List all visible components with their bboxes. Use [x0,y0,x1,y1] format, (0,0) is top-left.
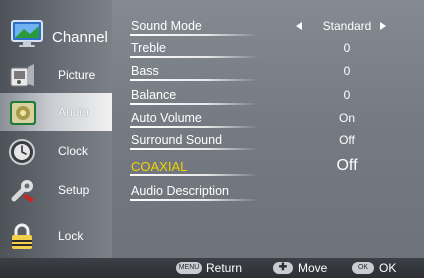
menu-item-value: Off [339,133,355,147]
menu-item-audio-description[interactable]: Audio Description [112,180,424,203]
sidebar-item-audio[interactable]: Audio [0,93,112,131]
menu-item-label: Treble [131,41,166,55]
row-underline [130,56,258,58]
menu-item-surround-sound[interactable]: Surround Sound Off [112,129,424,152]
menu-item-balance[interactable]: Balance 0 [112,84,424,107]
setup-icon [8,177,36,205]
monitor-icon [10,19,46,49]
menu-item-label: COAXIAL [131,159,188,174]
menu-item-auto-volume[interactable]: Auto Volume On [112,107,424,130]
menu-item-label: Audio Description [131,184,229,198]
row-underline [130,126,258,128]
sidebar-item-label: Picture [58,68,96,82]
menu-key-icon: MENU [176,262,202,274]
sidebar-item-label: Setup [58,183,90,197]
clock-icon [8,138,36,166]
menu-item-label: Sound Mode [131,19,202,33]
hint-move[interactable]: ✚ Move [273,258,343,278]
picture-icon [8,62,36,90]
hint-move-label: Move [298,261,328,275]
hint-ok[interactable]: OK OK [352,258,412,278]
menu-item-bass[interactable]: Bass 0 [112,60,424,83]
row-underline [130,199,258,201]
tv-osd-screen: Channel Picture Audio Clock Setup Lock S… [0,0,424,278]
sidebar-item-picture[interactable]: Picture [0,56,112,94]
menu-item-value: 0 [343,64,351,78]
row-underline [130,148,258,150]
menu-item-coaxial[interactable]: COAXIAL Off [112,155,424,178]
row-underline [130,34,258,36]
bottom-hint-bar: MENU Return ✚ Move OK OK [0,258,424,278]
sidebar-item-label: Channel [52,29,108,46]
arrow-right-icon[interactable] [380,22,386,30]
sidebar-item-lock[interactable]: Lock [0,217,112,255]
menu-item-label: Surround Sound [131,133,223,147]
sidebar-item-channel[interactable]: Channel [0,17,112,55]
lock-icon [8,223,36,251]
sidebar-item-label: Lock [58,229,84,243]
sidebar: Channel Picture Audio Clock Setup Lock [0,0,112,258]
hint-ok-label: OK [379,261,397,275]
dpad-icon: ✚ [273,262,293,274]
ok-key-icon: OK [352,262,374,274]
sidebar-item-label: Clock [58,144,89,158]
menu-item-value: 0 [343,41,351,55]
row-underline [130,79,258,81]
menu-item-treble[interactable]: Treble 0 [112,37,424,60]
audio-icon [9,99,37,127]
menu-item-sound-mode[interactable]: Sound Mode Standard [112,15,424,38]
menu-item-value: 0 [343,88,351,102]
menu-item-label: Balance [131,88,177,102]
menu-item-value: Off [336,157,358,174]
sidebar-item-label: Audio [58,105,89,119]
sidebar-item-setup[interactable]: Setup [0,171,112,209]
menu-item-value: On [338,111,355,125]
hint-return-label: Return [206,261,243,275]
sidebar-item-clock[interactable]: Clock [0,132,112,170]
audio-settings-panel: Sound Mode Standard Treble 0 Bass 0 Bala… [112,0,424,258]
row-underline [130,174,258,176]
hint-return[interactable]: MENU Return [176,258,256,278]
row-underline [130,103,258,105]
menu-item-label: Bass [131,64,159,78]
menu-item-label: Auto Volume [131,111,202,125]
